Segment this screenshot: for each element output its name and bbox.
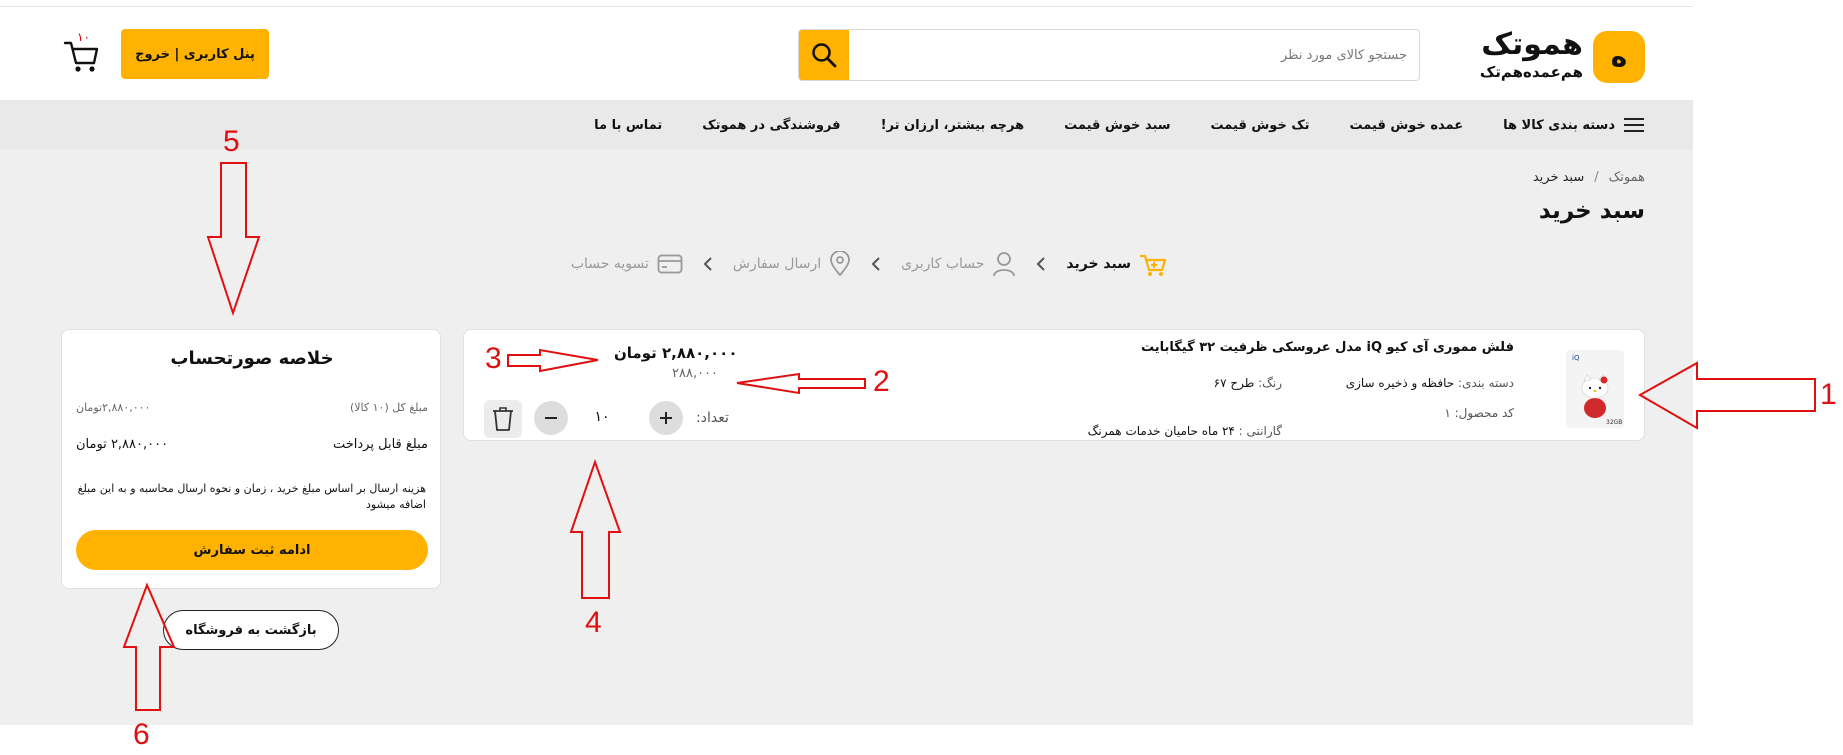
search-bar [798,29,1420,81]
back-to-shop-button[interactable]: بازگشت به فروشگاه [163,610,339,650]
item-total-price: ۲,۸۸۰,۰۰۰ تومان [614,344,738,362]
breadcrumb-home[interactable]: هموتک [1609,170,1645,185]
summary-total-value: ۲,۸۸۰,۰۰۰تومان [76,401,151,414]
warranty-value: ۲۴ ماه حامیان خدمات همرنگ [1087,424,1235,438]
breadcrumb: هموتک / سبد خرید [1533,170,1645,185]
nav-item-sell[interactable]: فروشندگی در هموتک [702,118,840,133]
page: ه هموتک هم‌عمده‌هم‌تک پنل کاربری | خروج [0,0,1843,755]
page-title: سبد خرید [1538,198,1645,224]
checkout-steps: سبد خرید حساب کاربری ارسال سفارش تسویه ح… [537,246,1167,282]
step-account[interactable]: حساب کاربری [901,251,1016,277]
chevron-left-icon [869,254,883,274]
summary-payable-label: مبلغ قابل پرداخت [332,437,428,452]
annotation-label-2: 2 [873,365,890,398]
annotation-label-4: 4 [585,606,602,639]
nav-item-categories[interactable]: دسته بندی کالا ها [1503,117,1645,133]
content-area: هموتک / سبد خرید سبد خرید سبد خرید حساب کا… [0,150,1693,725]
search-icon [812,43,837,68]
product-title[interactable]: فلش مموری آی کیو iQ مدل عروسکی ظرفیت ۳۲ … [1141,340,1514,355]
nav-item-basket[interactable]: سبد خوش قیمت [1064,118,1170,133]
annotation-label-5: 5 [223,125,240,158]
logo-subtitle: هم‌عمده‌هم‌تک [1479,63,1583,81]
summary-total-label: مبلغ کل (۱۰ کالا) [349,401,428,414]
user-icon [993,252,1016,277]
quantity-value[interactable]: ۱۰ [582,409,622,425]
product-image-brand: iQ [1572,354,1580,362]
continue-order-button[interactable]: ادامه ثبت سفارش [76,530,428,570]
step-payment[interactable]: تسویه حساب [571,254,683,274]
step-cart[interactable]: سبد خرید [1066,250,1167,278]
remove-item-button[interactable] [484,400,522,438]
product-code: کد محصول: ۱ [1444,406,1514,420]
header: ه هموتک هم‌عمده‌هم‌تک پنل کاربری | خروج [0,7,1693,100]
location-pin-icon [830,251,850,277]
quantity-label: تعداد: [696,410,729,426]
quantity-increase-button[interactable] [649,401,683,435]
main-nav: دسته بندی کالا ها عمده خوش قیمت تک خوش ق… [0,100,1693,150]
chevron-left-icon [1034,254,1048,274]
step-shipping[interactable]: ارسال سفارش [733,251,851,277]
search-input[interactable] [849,30,1419,80]
trash-icon [493,407,513,431]
invoice-summary: خلاصه صورتحساب مبلغ کل (۱۰ کالا) ۲,۸۸۰,۰… [61,329,441,589]
search-button[interactable] [799,30,849,80]
logo[interactable]: ه هموتک هم‌عمده‌هم‌تک [1465,27,1645,85]
summary-payable-row: مبلغ قابل پرداخت ۲,۸۸۰,۰۰۰ تومان [76,437,428,452]
annotation-label-6: 6 [133,718,150,751]
plus-icon [660,412,672,424]
annotation-label-3: 3 [485,342,502,375]
menu-icon [1624,118,1644,132]
nav-item-wholesale[interactable]: عمده خوش قیمت [1350,118,1464,133]
product-color: رنگ: طرح ۶۷ [1214,376,1282,390]
logo-text: هموتک هم‌عمده‌هم‌تک [1480,27,1583,81]
breadcrumb-separator: / [1594,170,1599,185]
color-label: رنگ: [1258,376,1282,390]
shipping-note: هزینه ارسال بر اساس مبلغ خرید ، زمان و ن… [77,482,426,511]
summary-total-row: مبلغ کل (۱۰ کالا) ۲,۸۸۰,۰۰۰تومان [76,401,428,414]
warranty-label: گارانتی : [1238,424,1282,438]
step-label: سبد خرید [1066,256,1131,272]
color-value: طرح ۶۷ [1213,376,1255,390]
credit-card-icon [657,254,683,274]
category-value: حافظه و ذخیره سازی [1345,376,1455,390]
product-image[interactable]: iQ 32GB [1566,350,1624,428]
item-unit-price: ۲۸۸,۰۰۰ [672,366,719,381]
quantity-decrease-button[interactable] [534,401,568,435]
product-warranty: گارانتی : ۲۴ ماه حامیان خدمات همرنگ [1088,424,1282,438]
summary-payable-value: ۲,۸۸۰,۰۰۰ تومان [76,437,169,452]
step-label: ارسال سفارش [732,256,822,272]
nav-item-contact[interactable]: تماس با ما [594,118,662,133]
summary-title: خلاصه صورتحساب [170,348,334,369]
category-label: دسته بندی: [1458,376,1514,390]
product-thumbnail: iQ 32GB [1566,350,1624,428]
logo-badge-letter: ه [1610,40,1628,73]
nav-item-single[interactable]: تک خوش قیمت [1211,118,1310,133]
nav-item-more-cheaper[interactable]: هرچه بیشتر، ارزان تر! [881,118,1025,133]
step-label: تسویه حساب [570,256,649,272]
cart-item-card: iQ 32GB فلش مموری آی کیو iQ مدل عروسکی ظ… [463,329,1645,441]
cart-step-icon [1139,254,1167,276]
chevron-left-icon [701,254,715,274]
product-category: دسته بندی: حافظه و ذخیره سازی [1346,376,1514,390]
user-panel-button[interactable]: پنل کاربری | خروج [121,29,269,79]
logo-badge: ه [1593,31,1645,83]
site: ه هموتک هم‌عمده‌هم‌تک پنل کاربری | خروج [0,0,1693,755]
logo-title: هموتک [1481,27,1583,62]
nav-item-label: دسته بندی کالا ها [1503,117,1615,133]
breadcrumb-current: سبد خرید [1532,170,1585,185]
product-image-capacity: 32GB [1606,419,1622,426]
minus-icon [545,417,557,419]
step-label: حساب کاربری [901,256,985,272]
cart-count-badge: ۱۰ [77,30,90,44]
annotation-label-1: 1 [1820,378,1837,411]
